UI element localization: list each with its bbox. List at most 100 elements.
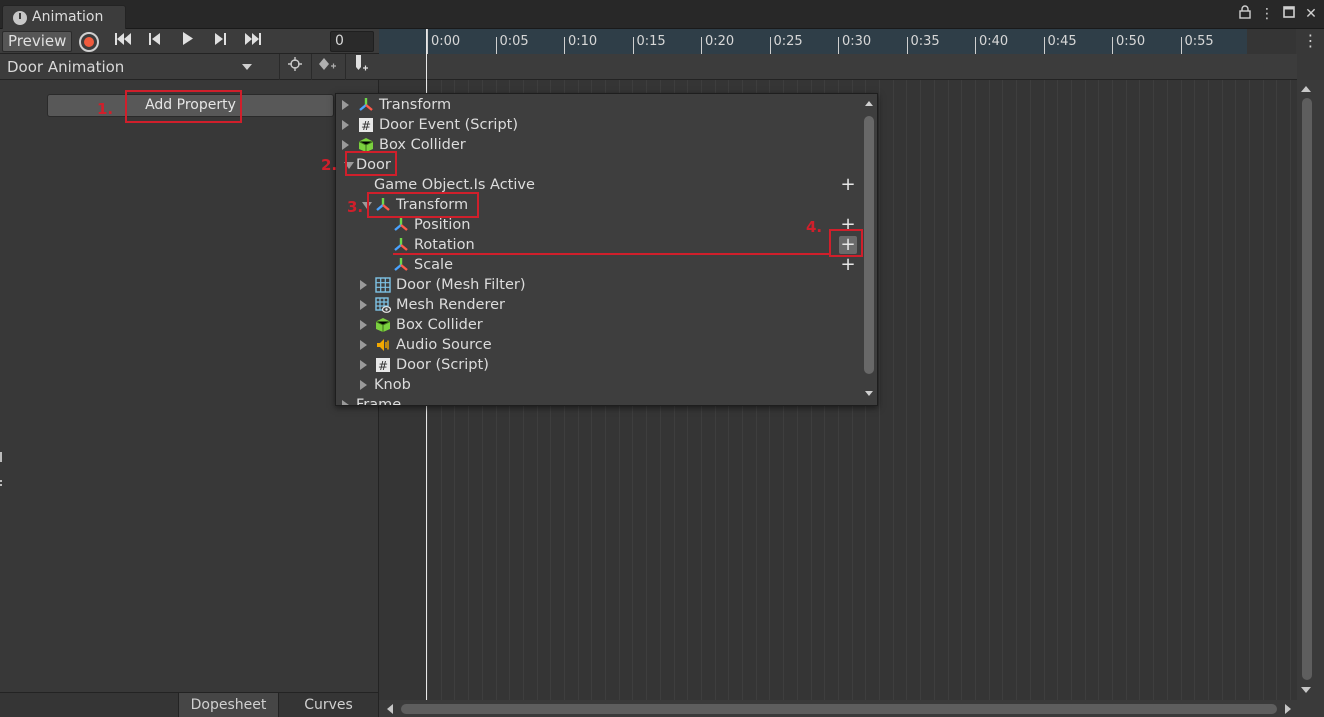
event-row[interactable]: [379, 54, 1297, 80]
annotation-box-step-2: [345, 151, 397, 176]
collapsed-triangle-icon[interactable]: [342, 100, 349, 110]
ruler-label: 0:15: [636, 34, 666, 49]
annotation-step-3: 3.: [347, 198, 364, 216]
tab-label: Animation: [32, 9, 104, 25]
property-label: Scale: [414, 257, 454, 273]
ruler-tick: [564, 37, 565, 54]
property-tree-row[interactable]: Scale: [336, 255, 856, 275]
mesh-filter-icon: [375, 277, 391, 293]
property-label: Mesh Renderer: [396, 297, 505, 313]
timeline-kebab-menu-icon[interactable]: ⋮: [1297, 29, 1324, 54]
tab-dopesheet[interactable]: Dopesheet: [178, 693, 278, 717]
collapsed-triangle-icon[interactable]: [360, 380, 367, 390]
record-icon[interactable]: [79, 32, 99, 52]
timeline-ruler-end: [1247, 29, 1296, 54]
property-label: Position: [414, 217, 471, 233]
collapsed-triangle-icon[interactable]: [360, 280, 367, 290]
popup-scroll-thumb[interactable]: [864, 116, 874, 374]
property-tree-row[interactable]: Knob: [336, 375, 856, 395]
collapsed-triangle-icon[interactable]: [360, 340, 367, 350]
ruler-tick: [838, 37, 839, 54]
annotation-box-step-1: [125, 90, 242, 123]
ruler-label: 0:40: [979, 34, 1009, 49]
property-tree-row[interactable]: Box Collider: [336, 135, 856, 155]
grid-line: [961, 80, 962, 700]
scroll-up-icon[interactable]: [865, 101, 873, 106]
ruler-tick: [495, 37, 497, 54]
ruler-tick: [701, 37, 702, 54]
property-tree-row[interactable]: Door: [336, 155, 856, 175]
horizontal-scroll-thumb[interactable]: [401, 704, 1277, 714]
next-keyframe-icon[interactable]: [208, 32, 232, 52]
lock-icon[interactable]: [1238, 5, 1252, 24]
previous-keyframe-icon[interactable]: [143, 32, 167, 52]
collapsed-triangle-icon[interactable]: [342, 400, 349, 405]
add-property-popup: Transform # Door Event (Script) Box Collide…: [335, 93, 878, 406]
grid-line: [1030, 80, 1031, 700]
ruler-tick: [1043, 37, 1045, 54]
vertical-scrollbar[interactable]: [1297, 80, 1324, 700]
ruler-label: 0:50: [1116, 34, 1146, 49]
grid-line: [1181, 80, 1182, 700]
filter-by-selection-icon[interactable]: [279, 54, 309, 80]
scroll-right-icon[interactable]: [1285, 704, 1291, 714]
property-tree-row[interactable]: Position: [336, 215, 856, 235]
frame-input[interactable]: 0: [330, 31, 374, 52]
collapsed-triangle-icon[interactable]: [360, 300, 367, 310]
property-tree-row[interactable]: Audio Source: [336, 335, 856, 355]
popup-scrollbar[interactable]: [862, 94, 877, 405]
property-tree-row[interactable]: Transform: [336, 95, 856, 115]
grid-line: [1044, 80, 1045, 700]
ruler-label: 0:20: [705, 34, 735, 49]
property-tree-row[interactable]: Box Collider: [336, 315, 856, 335]
grid-line: [1126, 80, 1127, 700]
collapsed-triangle-icon[interactable]: [342, 120, 349, 130]
transform-icon: [358, 97, 374, 113]
property-tree-row[interactable]: Door (Mesh Filter): [336, 275, 856, 295]
property-tree-row[interactable]: # Door Event (Script): [336, 115, 856, 135]
tab-curves[interactable]: Curves: [278, 693, 378, 717]
grid-line: [920, 80, 921, 700]
ruler-label: 0:10: [568, 34, 598, 49]
grid-line: [1194, 80, 1195, 700]
last-keyframe-icon[interactable]: [241, 32, 265, 52]
scroll-left-icon[interactable]: [387, 704, 393, 714]
close-icon[interactable]: ✕: [1304, 5, 1318, 24]
collapsed-triangle-icon[interactable]: [360, 360, 367, 370]
first-keyframe-icon[interactable]: [111, 32, 135, 52]
mesh-renderer-icon: [375, 297, 392, 313]
transform-icon: [393, 257, 409, 273]
vertical-scroll-thumb[interactable]: [1302, 98, 1312, 680]
tab-animation[interactable]: Animation: [2, 5, 126, 29]
horizontal-scrollbar[interactable]: [379, 700, 1324, 717]
grid-line: [1222, 80, 1223, 700]
collapsed-triangle-icon[interactable]: [360, 320, 367, 330]
annotation-underline: [393, 253, 830, 255]
timeline-ruler[interactable]: 0:00 0:05 0:10 0:15 0:20 0:25 0:30 0:35 0:40 0:45…: [379, 29, 1296, 54]
property-label: Knob: [374, 377, 411, 393]
add-property-plus-icon[interactable]: +: [839, 256, 857, 274]
preview-button[interactable]: Preview: [2, 31, 72, 52]
grid-line: [906, 80, 907, 700]
property-tree-row[interactable]: Frame: [336, 395, 856, 405]
scroll-down-icon[interactable]: [865, 391, 873, 396]
property-tree-row[interactable]: Rotation: [336, 235, 856, 255]
add-event-icon[interactable]: [345, 54, 375, 80]
add-keyframe-icon[interactable]: [311, 54, 341, 80]
scroll-up-icon[interactable]: [1301, 86, 1311, 92]
property-tree-row[interactable]: # Door (Script): [336, 355, 856, 375]
ruler-label: 0:30: [842, 34, 872, 49]
play-icon[interactable]: [176, 32, 200, 52]
collapsed-triangle-icon[interactable]: [342, 140, 349, 150]
grid-line: [1208, 80, 1209, 700]
clip-dropdown[interactable]: Door Animation: [0, 54, 262, 80]
property-tree-row[interactable]: Mesh Renderer: [336, 295, 856, 315]
panel-resize-handle[interactable]: [0, 450, 3, 490]
scroll-down-icon[interactable]: [1301, 687, 1311, 693]
maximize-icon[interactable]: [1282, 5, 1296, 24]
grid-line: [975, 80, 976, 700]
kebab-menu-icon[interactable]: ⋮: [1260, 5, 1274, 24]
property-label: Audio Source: [396, 337, 492, 353]
add-property-plus-icon[interactable]: +: [839, 176, 857, 194]
property-label: Box Collider: [396, 317, 483, 333]
